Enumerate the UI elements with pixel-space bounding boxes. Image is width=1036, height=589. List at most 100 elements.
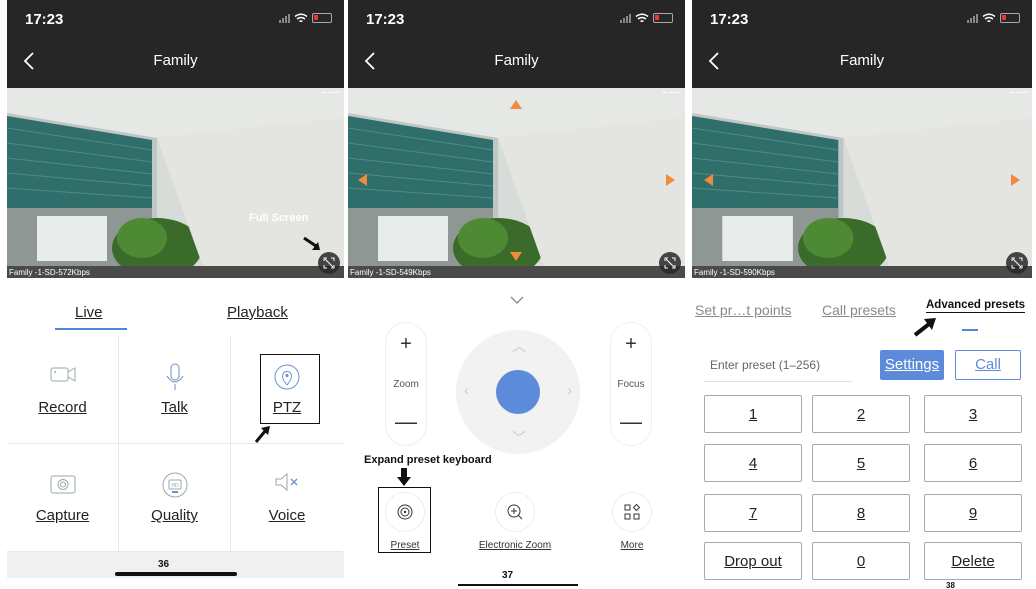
pan-right-arrow-icon[interactable] [666,174,675,186]
preset-number-input[interactable]: Enter preset (1–256) [704,350,852,382]
zoom-in-icon [507,504,523,520]
camera-scene-image [692,88,1032,278]
status-time: 17:23 [366,11,405,28]
annotation-arrow-icon [254,426,270,443]
camera-scene-image [348,88,685,278]
status-time: 17:23 [25,11,64,28]
capture-button[interactable]: Capture [7,444,119,552]
record-label: Record [38,399,87,416]
hd-monitor-icon: HD [162,472,187,498]
speaker-mute-icon [275,472,298,492]
tab-live[interactable]: Live [75,304,103,321]
capture-label: Capture [35,507,90,524]
drop-out-key[interactable]: Drop out [704,542,802,580]
electronic-zoom-button[interactable]: Electronic Zoom [465,492,565,562]
nav-bar: Family [348,38,685,88]
pan-up-arrow-icon[interactable] [510,100,522,109]
tab-set-preset-points[interactable]: Set pr…t points [695,302,792,318]
page-title: Family [494,52,539,69]
status-bar: 17:23 [7,0,344,38]
focus-label: Focus [617,379,645,390]
collapse-chevron-icon[interactable] [510,295,524,305]
key-5[interactable]: 5 [812,444,910,482]
video-feed[interactable]: ▪▪▪ ▪▪▪▪ ▪▪ Family -1-SD-590Kbps [692,88,1032,278]
ptz-joystick[interactable]: ︿ ‹ › ﹀ [456,330,580,454]
preset-button[interactable]: Preset [360,492,450,562]
joystick-down-icon[interactable]: ﹀ [512,428,526,448]
active-tab-indicator [962,329,978,331]
joystick-up-icon[interactable]: ︿ [512,336,526,356]
record-button[interactable]: Record [7,336,119,444]
home-indicator [115,572,237,576]
key-1[interactable]: 1 [704,395,802,433]
zoom-in-button[interactable]: + [386,333,426,356]
zoom-control: + Zoom — [385,322,427,446]
tab-advanced-presets[interactable]: Advanced presets [926,299,1026,313]
zoom-label: Zoom [393,379,419,390]
voice-button[interactable]: Voice [231,444,343,552]
annotation-arrow-icon [303,236,320,250]
camera-scene-image [7,88,344,278]
ptz-control-panel: 17:23 Family ▪▪▪ ▪▪▪▪ ▪▪ Family -1-SD-54… [348,0,685,589]
timestamp-overlay: ▪▪▪ ▪▪▪▪ ▪▪ [321,90,340,96]
wifi-icon [982,13,996,22]
focus-out-button[interactable]: — [611,409,651,435]
status-icons [279,12,332,23]
stream-label: Family -1-SD-572Kbps [9,268,90,277]
stream-label: Family -1-SD-549Kbps [350,268,431,277]
delete-key[interactable]: Delete [924,542,1022,580]
key-3[interactable]: 3 [924,395,1022,433]
status-icons [620,12,673,23]
page-number: 36 [158,559,170,570]
fullscreen-button[interactable] [318,252,340,274]
signal-icon [279,12,290,23]
tab-call-presets[interactable]: Call presets [822,302,896,318]
fullscreen-button[interactable] [1006,252,1028,274]
active-tab-indicator [55,328,127,330]
annotation-arrow-icon [397,468,411,486]
battery-icon [1000,12,1020,23]
pan-right-arrow-icon[interactable] [1011,174,1020,186]
more-button[interactable]: More [587,492,677,562]
page-number: 38 [946,581,955,589]
more-label: More [620,540,644,551]
key-4[interactable]: 4 [704,444,802,482]
status-bar: 17:23 [692,0,1032,38]
svg-text:HD: HD [171,483,179,489]
electronic-zoom-label: Electronic Zoom [478,540,552,551]
status-bar: 17:23 [348,0,685,38]
video-camera-icon [50,367,75,382]
pan-left-arrow-icon[interactable] [358,174,367,186]
key-9[interactable]: 9 [924,494,1022,532]
signal-icon [620,12,631,23]
tab-playback[interactable]: Playback [227,304,288,321]
fullscreen-button[interactable] [659,252,681,274]
quality-button[interactable]: HD Quality [119,444,231,552]
focus-in-button[interactable]: + [611,333,651,356]
joystick-left-icon[interactable]: ‹ [464,382,469,398]
home-indicator [458,584,578,586]
joystick-right-icon[interactable]: › [567,382,572,398]
status-time: 17:23 [710,11,749,28]
battery-icon [312,12,332,23]
pan-left-arrow-icon[interactable] [704,174,713,186]
talk-label: Talk [161,399,188,416]
video-feed[interactable]: ▪▪▪ ▪▪▪▪ ▪▪ Family -1-SD-572Kbps Full Sc… [7,88,344,278]
call-button[interactable]: Call [955,350,1021,380]
joystick-knob[interactable] [496,370,540,414]
fullscreen-annotation: Full Screen [249,212,309,224]
microphone-icon [166,363,183,390]
grid-more-icon [624,503,641,520]
expand-icon [323,257,335,269]
pan-down-arrow-icon[interactable] [510,252,522,261]
talk-button[interactable]: Talk [119,336,231,444]
settings-button[interactable]: Settings [880,350,944,380]
video-feed[interactable]: ▪▪▪ ▪▪▪▪ ▪▪ Family -1-SD-549Kbps [348,88,685,278]
key-8[interactable]: 8 [812,494,910,532]
key-7[interactable]: 7 [704,494,802,532]
preset-annotation: Expand preset keyboard [364,454,492,466]
zoom-out-button[interactable]: — [386,409,426,435]
key-0[interactable]: 0 [812,542,910,580]
key-2[interactable]: 2 [812,395,910,433]
key-6[interactable]: 6 [924,444,1022,482]
